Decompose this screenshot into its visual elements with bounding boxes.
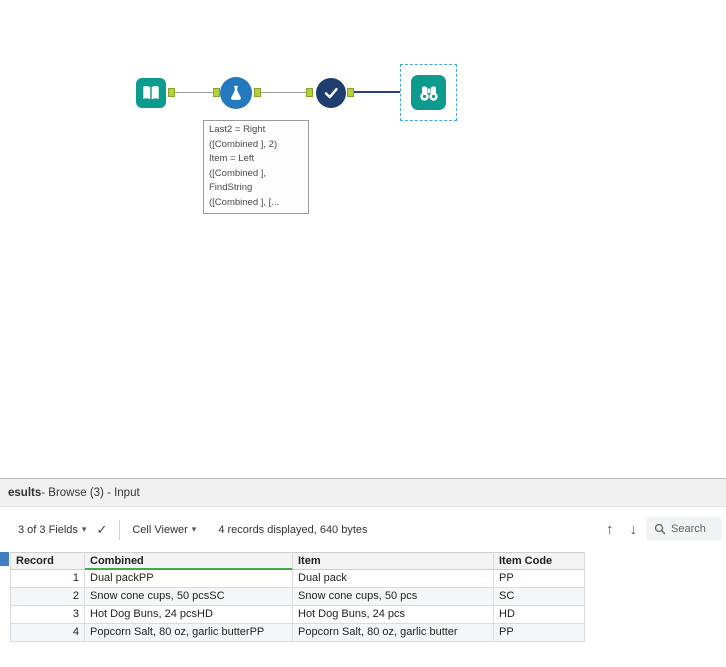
annotation-line: ([Combined ], [... <box>209 196 280 208</box>
fields-dropdown-label: 3 of 3 Fields <box>18 523 78 536</box>
record-cell[interactable]: 1 <box>10 570 85 588</box>
annotation-line: Last2 = Right <box>209 124 266 135</box>
results-toolbar: 3 of 3 Fields ▾ ✓ Cell Viewer ▾ 4 record… <box>0 507 726 552</box>
item-code-cell[interactable]: PP <box>494 624 585 642</box>
binoculars-icon <box>419 86 438 101</box>
combined-cell[interactable]: Dual packPP <box>85 570 293 588</box>
checkmark-icon <box>324 88 338 99</box>
chevron-down-icon: ▾ <box>191 524 197 534</box>
record-cell[interactable]: 3 <box>10 606 85 624</box>
results-table: Record Combined Item Item Code 1 Dual pa… <box>10 552 585 642</box>
item-cell[interactable]: Hot Dog Buns, 24 pcs <box>293 606 494 624</box>
formula-tool[interactable] <box>220 77 252 109</box>
column-header-item[interactable]: Item <box>293 552 494 570</box>
search-placeholder: Search <box>671 523 706 535</box>
toolbar-divider <box>119 519 121 540</box>
input-anchor <box>306 88 313 97</box>
column-header-item-code[interactable]: Item Code <box>494 552 585 570</box>
search-input[interactable]: Search <box>646 517 722 541</box>
results-title: esults <box>8 486 42 499</box>
scroll-up-arrow[interactable]: ↑ <box>606 521 614 538</box>
browse-tool[interactable] <box>411 75 446 110</box>
records-info: 4 records displayed, 640 bytes <box>218 523 368 536</box>
cell-viewer-dropdown[interactable]: Cell Viewer ▾ <box>132 524 196 536</box>
table-row: 1 Dual packPP Dual pack PP <box>10 570 585 588</box>
table-row: 2 Snow cone cups, 50 pcsSC Snow cone cup… <box>10 588 585 606</box>
item-code-cell[interactable]: HD <box>494 606 585 624</box>
input-data-tool[interactable] <box>136 78 166 108</box>
table-row: 3 Hot Dog Buns, 24 pcsHD Hot Dog Buns, 2… <box>10 606 585 624</box>
chevron-down-icon: ▾ <box>81 524 87 534</box>
annotation-line: ([Combined ], <box>209 167 267 179</box>
cell-viewer-label: Cell Viewer <box>132 523 188 536</box>
flask-icon <box>231 85 241 100</box>
results-panel-header: esults - Browse (3) - Input <box>0 478 726 507</box>
fields-dropdown[interactable]: 3 of 3 Fields ▾ <box>18 524 86 536</box>
output-anchor <box>168 88 175 97</box>
selected-connection-wire <box>354 91 400 93</box>
column-header-combined[interactable]: Combined <box>85 552 293 570</box>
record-cell[interactable]: 2 <box>10 588 85 606</box>
input-anchor <box>213 88 220 97</box>
formula-annotation[interactable]: Last2 = Right ([Combined ], 2) Item = Le… <box>203 120 309 214</box>
connection-wire <box>175 92 213 93</box>
record-cell[interactable]: 4 <box>10 624 85 642</box>
combined-cell[interactable]: Hot Dog Buns, 24 pcsHD <box>85 606 293 624</box>
annotation-line: FindString <box>209 182 253 194</box>
results-subtitle: - Browse (3) - Input <box>41 486 140 499</box>
annotation-line: Item = Left <box>209 153 255 165</box>
apply-check-icon[interactable]: ✓ <box>96 522 107 538</box>
item-code-cell[interactable]: SC <box>494 588 585 606</box>
item-cell[interactable]: Popcorn Salt, 80 oz, garlic butter <box>293 624 494 642</box>
select-tool[interactable] <box>316 78 346 108</box>
scroll-down-arrow[interactable]: ↓ <box>630 521 638 538</box>
combined-cell[interactable]: Popcorn Salt, 80 oz, garlic butterPP <box>85 624 293 642</box>
item-code-cell[interactable]: PP <box>494 570 585 588</box>
output-anchor <box>254 88 261 97</box>
open-book-icon <box>143 86 159 100</box>
item-cell[interactable]: Snow cone cups, 50 pcs <box>293 588 494 606</box>
annotation-line: ([Combined ], 2) <box>209 138 278 150</box>
alteryx-window: Last2 = Right ([Combined ], 2) Item = Le… <box>0 0 726 667</box>
output-anchor <box>347 88 354 97</box>
combined-cell[interactable]: Snow cone cups, 50 pcsSC <box>85 588 293 606</box>
item-cell[interactable]: Dual pack <box>293 570 494 588</box>
table-row: 4 Popcorn Salt, 80 oz, garlic butterPP P… <box>10 624 585 642</box>
column-header-record[interactable]: Record <box>10 552 85 570</box>
grid-pane-icon[interactable] <box>0 552 9 566</box>
table-header-row: Record Combined Item Item Code <box>10 552 585 570</box>
connection-wire <box>261 92 306 93</box>
search-icon <box>654 523 666 535</box>
